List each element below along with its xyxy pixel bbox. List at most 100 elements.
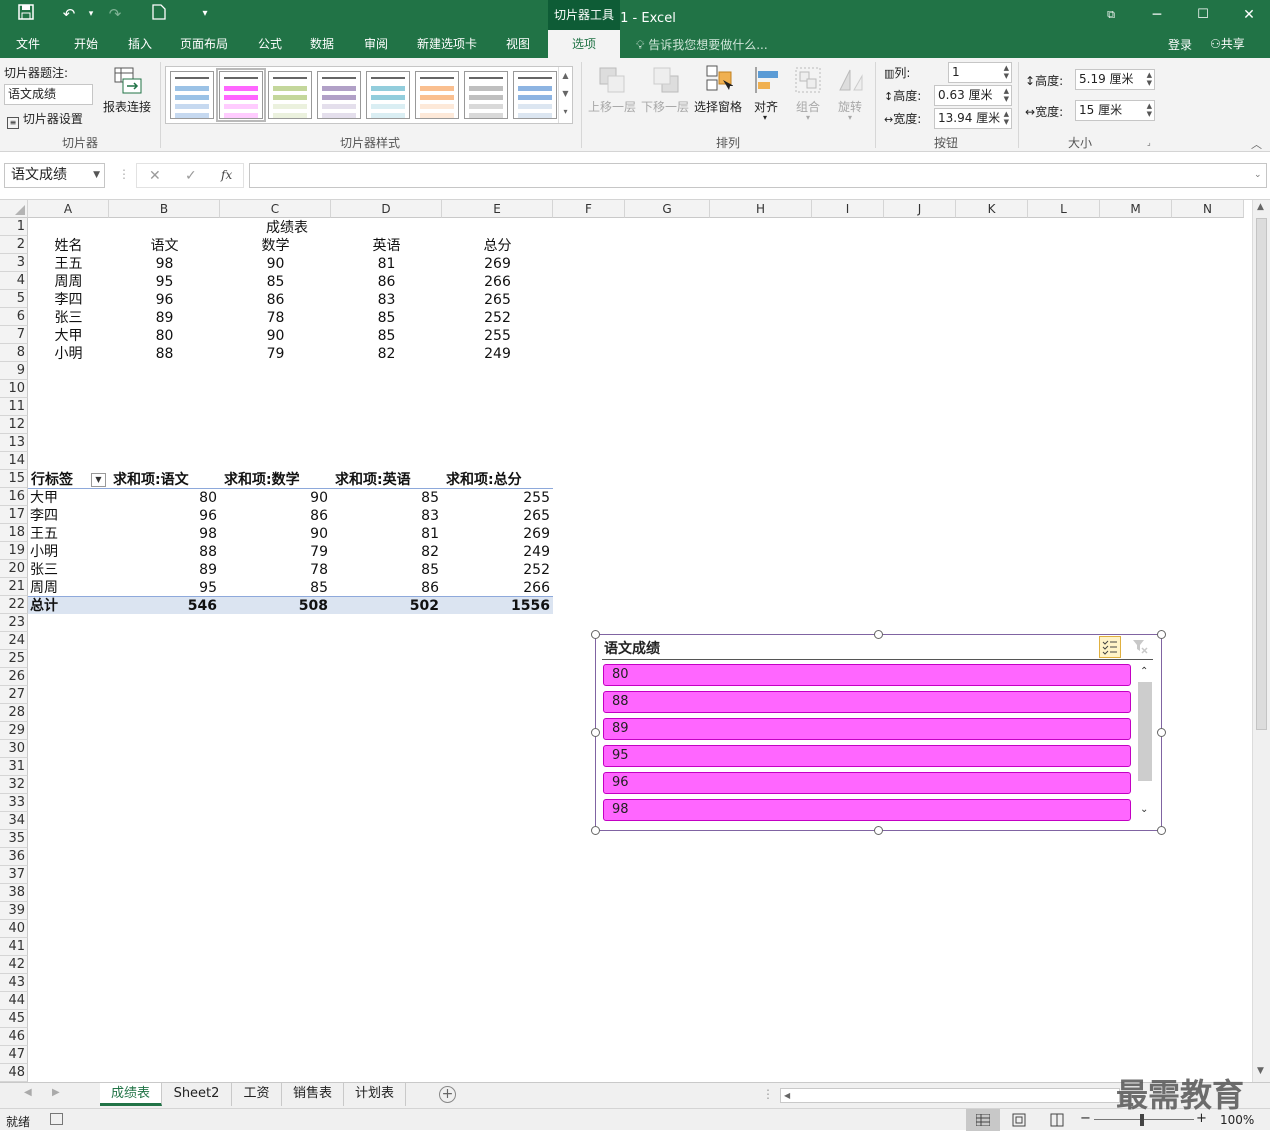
name-box[interactable]: 语文成绩 ▼ xyxy=(4,163,105,188)
columns-spinner[interactable]: ▲ ▼ xyxy=(1004,64,1009,80)
button-height-input[interactable]: 0.63 厘米 ▲ ▼ xyxy=(934,85,1012,106)
pivot-cell[interactable]: 李四 xyxy=(28,507,109,525)
undo-icon[interactable]: ↶ xyxy=(58,4,80,24)
cell[interactable]: 80 xyxy=(109,327,220,345)
slicer-width-spinner[interactable]: ▲ ▼ xyxy=(1147,102,1152,118)
normal-view-icon[interactable] xyxy=(966,1109,1000,1131)
pivot-header[interactable]: 求和项:英语 xyxy=(331,471,442,489)
tab-new-tab[interactable]: 新建选项卡 xyxy=(408,30,486,58)
row-header[interactable]: 29 xyxy=(0,722,28,740)
row-header[interactable]: 6 xyxy=(0,308,28,326)
pivot-cell[interactable]: 269 xyxy=(442,525,553,543)
gallery-more-icon[interactable]: ▾ xyxy=(559,103,572,121)
slicer-style-gallery[interactable]: ▲ ▼ ▾ xyxy=(165,66,573,124)
row-header[interactable]: 34 xyxy=(0,812,28,830)
cell[interactable]: 82 xyxy=(331,345,442,363)
slicer-scrollbar[interactable]: ⌃ ⌄ xyxy=(1137,666,1153,821)
maximize-button[interactable]: ☐ xyxy=(1180,0,1226,30)
column-header[interactable]: L xyxy=(1028,200,1100,218)
column-header[interactable]: I xyxy=(812,200,884,218)
pivot-cell[interactable]: 81 xyxy=(331,525,442,543)
undo-dropdown-icon[interactable]: ▾ xyxy=(80,4,102,24)
selection-pane-button[interactable]: 选择窗格 xyxy=(694,98,742,115)
sheet-tab-sheet2[interactable]: Sheet2 xyxy=(162,1083,232,1106)
scroll-left-icon[interactable]: ◀ xyxy=(784,1089,790,1102)
slicer-height-spinner[interactable]: ▲ ▼ xyxy=(1147,71,1152,87)
scroll-up-icon[interactable]: ▲ xyxy=(1257,202,1264,212)
align-dropdown-icon[interactable]: ▾ xyxy=(763,113,767,122)
select-all-corner[interactable] xyxy=(0,200,28,218)
pivot-cell[interactable]: 88 xyxy=(109,543,220,561)
login-link[interactable]: 登录 xyxy=(1168,36,1192,53)
pivot-cell[interactable]: 85 xyxy=(220,579,331,597)
resize-handle[interactable] xyxy=(1157,728,1166,737)
resize-handle[interactable] xyxy=(1157,630,1166,639)
pivot-cell[interactable]: 265 xyxy=(442,507,553,525)
cell[interactable]: 98 xyxy=(109,255,220,273)
expand-formula-icon[interactable]: ⌄ xyxy=(1254,170,1262,180)
tab-insert[interactable]: 插入 xyxy=(116,30,164,58)
tab-page-layout[interactable]: 页面布局 xyxy=(172,30,236,58)
cell[interactable]: 89 xyxy=(109,309,220,327)
redo-icon[interactable]: ↷ xyxy=(104,4,126,24)
column-header[interactable]: J xyxy=(884,200,956,218)
slicer-item[interactable]: 89 xyxy=(603,718,1131,740)
slicer-settings-button[interactable]: ≡ 切片器设置 xyxy=(7,110,83,129)
row-header[interactable]: 40 xyxy=(0,920,28,938)
tell-me-search[interactable]: 💡︎ 告诉我您想要做什么... xyxy=(636,36,768,53)
restore-ribbon-icon[interactable]: ⧉ xyxy=(1088,0,1134,30)
row-header[interactable]: 2 xyxy=(0,236,28,254)
pivot-header[interactable]: 求和项:语文 xyxy=(109,471,220,489)
group-dropdown-icon[interactable]: ▾ xyxy=(806,113,810,122)
slicer-scroll-thumb[interactable] xyxy=(1138,682,1152,781)
pivot-total-cell[interactable]: 508 xyxy=(220,597,331,615)
page-layout-view-icon[interactable] xyxy=(1012,1113,1026,1130)
row-header[interactable]: 15 xyxy=(0,470,28,488)
cell[interactable]: 数学 xyxy=(220,237,331,255)
column-header[interactable]: C xyxy=(220,200,331,218)
height-spinner[interactable]: ▲ ▼ xyxy=(1004,87,1009,103)
row-header[interactable]: 8 xyxy=(0,344,28,362)
cell[interactable]: 90 xyxy=(220,255,331,273)
row-header[interactable]: 4 xyxy=(0,272,28,290)
row-header[interactable]: 16 xyxy=(0,488,28,506)
row-header[interactable]: 42 xyxy=(0,956,28,974)
column-header[interactable]: H xyxy=(710,200,812,218)
pivot-total-cell[interactable]: 546 xyxy=(109,597,220,615)
row-header[interactable]: 27 xyxy=(0,686,28,704)
pivot-cell[interactable]: 王五 xyxy=(28,525,109,543)
pivot-total-cell[interactable]: 总计 xyxy=(28,597,109,615)
cell[interactable]: 96 xyxy=(109,291,220,309)
pivot-total-cell[interactable]: 502 xyxy=(331,597,442,615)
row-header[interactable]: 32 xyxy=(0,776,28,794)
bring-forward-button[interactable]: 上移一层 xyxy=(588,98,636,115)
pivot-cell[interactable]: 85 xyxy=(331,561,442,579)
slicer[interactable]: 语文成绩 80 88 89 95 96 98 ⌃ ⌄ xyxy=(595,634,1162,831)
row-header[interactable]: 33 xyxy=(0,794,28,812)
cell[interactable]: 大甲 xyxy=(28,327,109,345)
style-swatch-green[interactable] xyxy=(268,71,312,119)
sheet-tab-sales[interactable]: 销售表 xyxy=(282,1083,344,1106)
row-header[interactable]: 39 xyxy=(0,902,28,920)
row-header[interactable]: 18 xyxy=(0,524,28,542)
row-header[interactable]: 25 xyxy=(0,650,28,668)
cell[interactable]: 周周 xyxy=(28,273,109,291)
tab-home[interactable]: 开始 xyxy=(62,30,110,58)
style-swatch-pink[interactable] xyxy=(216,68,266,122)
insert-function-icon[interactable]: fx xyxy=(221,168,232,182)
collapse-ribbon-icon[interactable]: ︿ xyxy=(1251,136,1262,152)
row-header[interactable]: 38 xyxy=(0,884,28,902)
report-connections-button[interactable]: 报表连接 xyxy=(103,98,151,115)
tab-formulas[interactable]: 公式 xyxy=(246,30,294,58)
slicer-item[interactable]: 96 xyxy=(603,772,1131,794)
row-label-filter-icon[interactable]: ▼ xyxy=(91,473,106,487)
row-header[interactable]: 12 xyxy=(0,416,28,434)
column-header[interactable]: A xyxy=(28,200,109,218)
name-box-dropdown-icon[interactable]: ▼ xyxy=(93,164,100,187)
row-header[interactable]: 30 xyxy=(0,740,28,758)
row-header[interactable]: 7 xyxy=(0,326,28,344)
save-icon[interactable] xyxy=(15,4,37,25)
size-dialog-launcher-icon[interactable]: ⌟ xyxy=(1147,138,1151,147)
multi-select-icon[interactable] xyxy=(1099,636,1121,658)
tab-options[interactable]: 选项 xyxy=(548,30,620,58)
